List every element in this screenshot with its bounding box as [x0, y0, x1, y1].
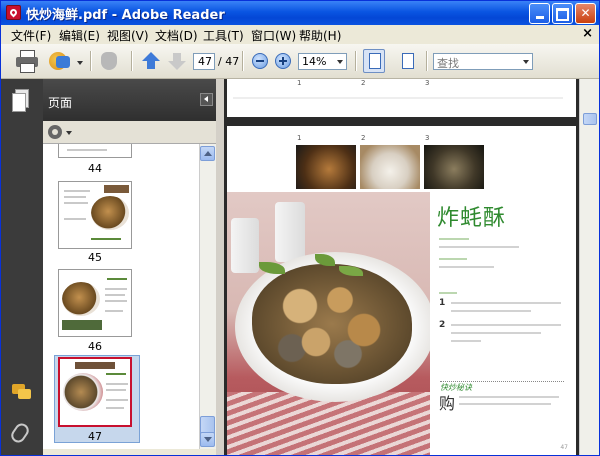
printer-icon[interactable] — [15, 50, 39, 73]
page-tick: 2 — [361, 79, 366, 87]
toolbar-separator — [355, 51, 357, 71]
current-page: 1 2 3 炸蚝酥 1 2 快炒秘诀 购 47 — [227, 126, 576, 455]
thumbnail-page-44[interactable] — [58, 144, 132, 158]
chevron-up-icon — [204, 151, 212, 156]
previous-page-bottom: 1 2 3 — [227, 79, 576, 117]
fit-page-icon — [369, 53, 381, 69]
dish-title: 炸蚝酥 — [437, 206, 507, 231]
document-scrollbar[interactable] — [579, 79, 599, 455]
arrow-down-icon — [168, 61, 186, 70]
thumbnail-label: 44 — [88, 162, 102, 175]
title-bar[interactable]: 快炒海鲜.pdf - Adobe Reader ✕ — [1, 1, 599, 25]
step-photo-1 — [296, 145, 356, 189]
zoom-level-select[interactable]: 14% — [298, 53, 347, 70]
thumbnail-label: 46 — [88, 340, 102, 353]
document-close-button[interactable]: × — [582, 26, 593, 41]
hand-icon[interactable] — [99, 50, 121, 72]
minimize-button[interactable] — [529, 3, 550, 24]
sign-icon[interactable] — [47, 50, 73, 72]
page-footer-mark: 47 — [560, 444, 568, 451]
menu-file[interactable]: 文件(F) — [11, 27, 51, 44]
minimize-icon — [535, 16, 544, 19]
fit-width-button[interactable] — [397, 50, 419, 72]
pages-icon[interactable] — [12, 89, 29, 112]
close-icon: ✕ — [580, 6, 591, 20]
step-number: 1 — [439, 298, 446, 308]
thumbnail-page-47[interactable] — [58, 357, 132, 427]
menu-help[interactable]: 帮助(H) — [299, 27, 341, 44]
pages-panel-options — [43, 121, 217, 144]
menu-tools[interactable]: 工具(T) — [203, 27, 244, 44]
zoom-out-icon — [252, 53, 268, 69]
page-tick: 1 — [297, 134, 302, 142]
page-total: / 47 — [218, 55, 240, 68]
close-button[interactable]: ✕ — [575, 3, 596, 24]
zoom-out-button[interactable] — [250, 50, 270, 72]
menu-bar: 文件(F) 编辑(E) 视图(V) 文档(D) 工具(T) 窗口(W) 帮助(H… — [1, 25, 599, 44]
panel-splitter[interactable] — [216, 79, 224, 455]
zoom-in-button[interactable] — [273, 50, 293, 72]
document-scrollbar-thumb[interactable] — [583, 113, 597, 125]
dish-photo — [227, 192, 430, 455]
gear-icon[interactable] — [48, 125, 62, 139]
toolbar-separator — [131, 51, 133, 71]
pages-panel-title: 页面 — [48, 96, 73, 110]
thumbnail-page-45[interactable] — [58, 181, 132, 249]
previous-page-button[interactable] — [141, 50, 161, 72]
maximize-icon — [556, 8, 569, 21]
zoom-level-value: 14% — [302, 55, 327, 68]
menu-window[interactable]: 窗口(W) — [251, 27, 296, 44]
paperclip-icon[interactable] — [8, 420, 32, 446]
navigation-pane — [1, 79, 43, 455]
step-number: 2 — [439, 320, 446, 330]
chevron-down-icon — [523, 60, 529, 64]
thumbnails-scrollbar[interactable] — [199, 144, 216, 449]
thumbnail-label: 45 — [88, 251, 102, 264]
thumbnail-label: 47 — [88, 430, 102, 443]
chevron-down-icon — [337, 60, 343, 64]
tips-big-char: 购 — [439, 394, 456, 413]
adobe-reader-icon — [6, 5, 21, 20]
adobe-reader-window: 快炒海鲜.pdf - Adobe Reader ✕ 文件(F) 编辑(E) 视图… — [0, 0, 600, 456]
toolbar-separator — [242, 51, 244, 71]
step-photo-3 — [424, 145, 484, 189]
options-dropdown-icon[interactable] — [66, 131, 72, 135]
page-tick: 3 — [425, 134, 430, 142]
maximize-button[interactable] — [552, 3, 573, 24]
menu-view[interactable]: 视图(V) — [107, 27, 149, 44]
toolbar-separator — [426, 51, 428, 71]
document-view[interactable]: 1 2 3 1 2 3 炸蚝酥 1 2 快炒秘诀 购 47 — [224, 79, 579, 455]
pages-panel-header: 页面 — [43, 79, 217, 121]
chevron-down-icon — [204, 437, 212, 442]
next-page-button[interactable] — [167, 50, 187, 72]
zoom-in-icon — [275, 53, 291, 69]
sign-dropdown-icon[interactable] — [77, 61, 83, 65]
search-placeholder: 查找 — [437, 57, 459, 70]
scroll-up-button[interactable] — [200, 146, 215, 161]
search-field[interactable]: 查找 — [433, 53, 533, 70]
scroll-down-button[interactable] — [200, 432, 215, 447]
menu-edit[interactable]: 编辑(E) — [59, 27, 100, 44]
arrow-up-icon — [142, 52, 160, 61]
page-tick: 1 — [297, 79, 302, 87]
page-thumbnails: 44 45 46 47 — [43, 144, 199, 449]
step-photo-2 — [360, 145, 420, 189]
toolbar-separator — [90, 51, 92, 71]
menu-document[interactable]: 文档(D) — [155, 27, 198, 44]
thumbnail-page-46[interactable] — [58, 269, 132, 337]
comments-icon[interactable] — [12, 384, 32, 402]
fit-page-button[interactable] — [363, 49, 385, 73]
page-number-input[interactable] — [193, 53, 215, 70]
page-tick: 3 — [425, 79, 430, 87]
page-tick: 2 — [361, 134, 366, 142]
window-title: 快炒海鲜.pdf - Adobe Reader — [26, 8, 225, 23]
toolbar: / 47 14% 查找 — [1, 44, 599, 79]
fit-width-icon — [402, 53, 414, 69]
collapse-panel-button[interactable] — [200, 93, 213, 106]
